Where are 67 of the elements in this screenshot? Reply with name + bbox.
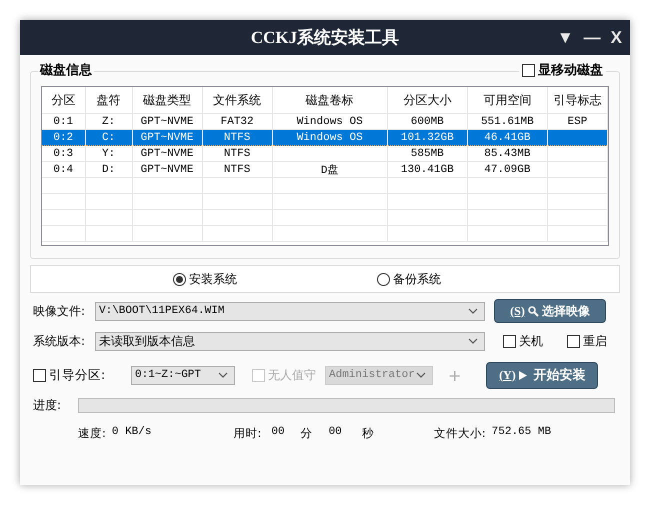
stat-label: 文件大小: xyxy=(434,426,486,441)
field-label: 映像文件: xyxy=(33,302,86,320)
select-image-button[interactable]: (S) 选择映像 xyxy=(494,299,606,323)
stat-label: 用时: xyxy=(233,426,262,441)
table-cell: NTFS xyxy=(202,162,272,178)
column-header[interactable]: 文件系统 xyxy=(202,87,272,114)
table-cell: 0:2 xyxy=(42,130,86,146)
play-icon xyxy=(518,370,527,380)
column-header[interactable]: 可用空间 xyxy=(467,87,548,114)
stat-value: 752.65 MB xyxy=(492,426,552,440)
caret-icon xyxy=(468,338,478,344)
table-cell: 0:3 xyxy=(42,146,86,162)
checkbox[interactable] xyxy=(522,64,535,76)
field-label: 系统版本: xyxy=(33,332,86,350)
dropdown-button[interactable]: ▼ xyxy=(556,28,574,48)
checkbox-label[interactable]: 重启 xyxy=(583,332,607,350)
minimize-button[interactable]: — xyxy=(584,28,601,48)
column-header[interactable]: 分区大小 xyxy=(387,87,468,114)
column-header[interactable]: 磁盘类型 xyxy=(132,87,202,114)
table-cell: D: xyxy=(85,162,132,178)
column-header[interactable]: 分区 xyxy=(42,87,86,114)
dropdown[interactable]: 0:1~Z:~GPT xyxy=(131,366,235,384)
checkbox-label[interactable]: 引导分区: xyxy=(49,366,106,384)
radio-button[interactable] xyxy=(173,272,186,286)
field-label: 进度: xyxy=(33,397,62,414)
stat-value: 00 xyxy=(328,426,342,440)
search-icon xyxy=(528,306,539,316)
close-button[interactable]: X xyxy=(610,28,622,48)
table-cell: 101.32GB xyxy=(387,130,468,146)
table-cell: Windows OS xyxy=(272,130,388,146)
table-cell: GPT~NVME xyxy=(132,130,202,146)
table-cell: NTFS xyxy=(202,146,272,162)
table-cell: C: xyxy=(85,130,132,146)
table-cell: 585MB xyxy=(387,146,468,162)
stat-unit: 秒 xyxy=(362,426,374,441)
table-cell: 46.41GB xyxy=(467,130,548,146)
column-header[interactable]: 磁盘卷标 xyxy=(272,87,388,114)
table-cell: NTFS xyxy=(202,130,272,146)
caret-icon xyxy=(416,372,426,378)
table-cell: 0:4 xyxy=(42,162,86,178)
table-cell: 85.43MB xyxy=(467,146,548,162)
stat-unit: 分 xyxy=(300,426,313,441)
checkbox[interactable] xyxy=(33,368,46,382)
stat-value: 0 KB/s xyxy=(112,426,152,440)
stat-value: 00 xyxy=(271,426,285,440)
window-title: CCKJ系统安装工具 xyxy=(250,27,400,49)
table-cell: GPT~NVME xyxy=(132,146,202,162)
checkbox[interactable] xyxy=(503,334,516,348)
radio-label[interactable]: 安装系统 xyxy=(189,270,237,288)
radio-label[interactable]: 备份系统 xyxy=(393,270,441,288)
table-cell: D盘 xyxy=(272,162,388,178)
checkbox-label[interactable]: 关机 xyxy=(519,332,543,350)
table-cell: 130.41GB xyxy=(387,162,468,178)
radio-button[interactable] xyxy=(377,272,390,286)
table-cell: Y: xyxy=(85,146,132,162)
stat-label: 速度: xyxy=(78,426,106,441)
checkbox[interactable] xyxy=(567,334,580,348)
group-title: 磁盘信息 xyxy=(38,61,94,79)
caret-icon xyxy=(468,308,478,314)
dropdown[interactable]: V:\BOOT\11PEX64.WIM xyxy=(95,302,485,320)
column-header[interactable]: 引导标志 xyxy=(547,87,608,114)
caret-icon xyxy=(218,372,228,378)
dropdown[interactable]: 未读取到版本信息 xyxy=(95,332,485,350)
table-cell: GPT~NVME xyxy=(132,162,202,178)
start-install-button[interactable]: (Y) 开始安装 xyxy=(486,362,598,388)
column-header[interactable]: 盘符 xyxy=(85,87,132,114)
table-cell: 47.09GB xyxy=(467,162,548,178)
